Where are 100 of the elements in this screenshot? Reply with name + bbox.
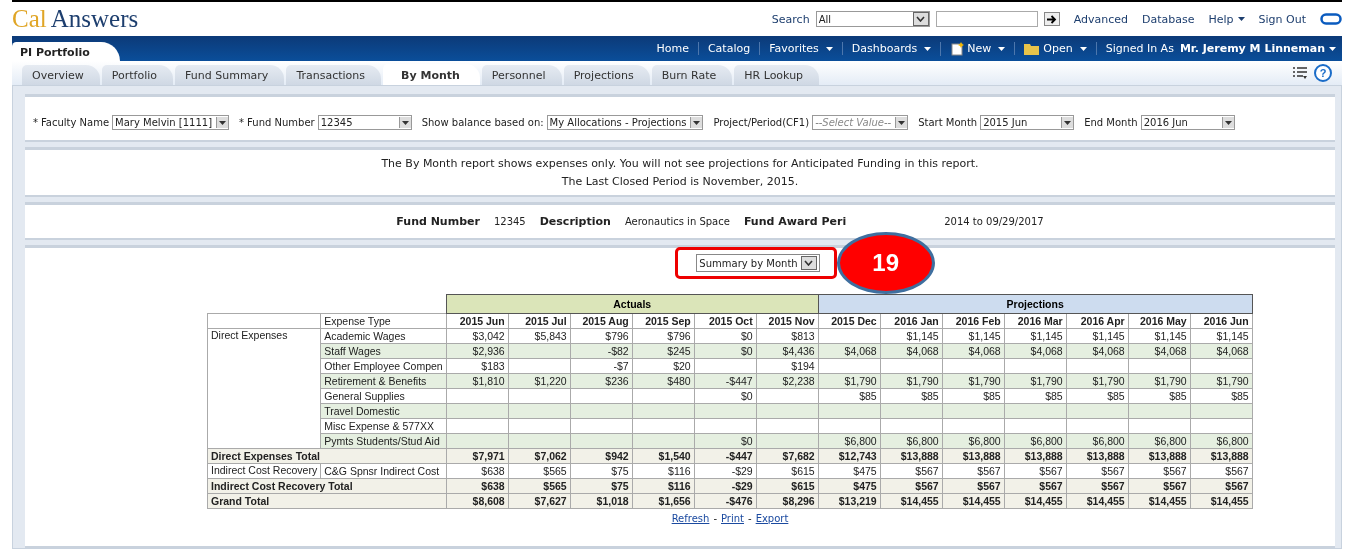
ring-logo-icon [1320,13,1342,25]
group-header: Actuals [446,294,819,314]
amount-cell: $1,145 [968,330,1001,342]
header-link[interactable]: Sign Out [1258,12,1306,26]
page-tab[interactable]: By Month [383,64,480,85]
amount-cell: $4,068 [1030,345,1063,357]
fund-number-value: 12345 [493,216,526,227]
link-separator: - [748,513,752,524]
amount-cell: $116 [668,465,691,477]
search-go-button[interactable] [1043,12,1060,26]
header-link[interactable]: Advanced [1073,12,1128,26]
list-options-icon[interactable] [1292,66,1308,80]
amount-cell: $1,790 [844,375,877,387]
amount-cell: $85 [983,390,1001,402]
amount-cell: $6,800 [844,435,877,447]
amount-cell: $567 [1163,465,1187,477]
page-tab[interactable]: Projections [563,65,650,85]
amount-cell: $4,068 [844,345,877,357]
page-tab[interactable]: HR Lookup [734,65,820,85]
amount-cell: $4,068 [906,345,939,357]
expense-type-cell: C&G Spnsr Indirect Cost [320,463,447,479]
nav-link[interactable]: Favorites [759,42,842,55]
nav-link[interactable]: New [940,41,1015,56]
amount-cell: $4,436 [782,345,815,357]
caret-icon [1079,46,1087,51]
amount-cell: -$447 [725,375,753,387]
amount-cell: $85 [1107,390,1125,402]
amount-cell: $5,843 [534,330,567,342]
amount-cell: $4,068 [1154,345,1187,357]
amount-cell: $796 [667,330,691,342]
caret-icon [998,46,1006,51]
page-tab[interactable]: Portfolio [101,65,174,85]
page-tab[interactable]: Fund Summary [175,65,285,85]
amount-cell: $567 [1039,465,1063,477]
portfolio-tab[interactable]: PI Portfolio [12,42,120,61]
page-tab[interactable]: Personnel [481,65,562,85]
amount-cell: $813 [791,330,815,342]
amount-cell: $2,238 [782,375,815,387]
filter-dropdown[interactable]: 12345 [317,115,412,130]
footer-link[interactable]: Export [755,513,789,524]
amount-cell: $615 [791,465,815,477]
amount-cell: $567 [1101,465,1125,477]
amount-cell: $6,800 [1030,435,1063,447]
required-mark: * [239,117,245,128]
page-tab[interactable]: Transactions [286,65,382,85]
category-cell: Indirect Cost Recovery [207,463,321,479]
amount-cell: $4,068 [968,345,1001,357]
amount-cell: $4,068 [1216,345,1249,357]
filter-label: Faculty Name [41,117,110,128]
amount-cell: $6,800 [906,435,939,447]
filter-dropdown[interactable]: Mary Melvin [1111] [112,115,230,130]
view-dropdown[interactable]: Summary by Month [696,254,820,272]
nav-link[interactable]: Open [1014,42,1096,55]
footer-link[interactable]: Refresh [671,513,710,524]
search-scope-dropdown[interactable]: All [815,11,930,27]
amount-cell: $1,790 [1216,375,1249,387]
filter-label: Project/Period(CF1) [713,117,810,128]
amount-cell: $480 [667,375,691,387]
filter-label: Start Month [918,117,978,128]
description-label: Description [539,215,611,228]
amount-cell: $567 [1225,465,1249,477]
amount-cell: $0 [741,345,753,357]
search-field[interactable] [935,11,1038,27]
description-value: Aeronautics in Space [624,216,730,227]
caret-icon [825,46,833,51]
amount-cell: $245 [667,345,691,357]
amount-cell: $75 [611,465,629,477]
amount-cell: $638 [481,465,505,477]
page-tab[interactable]: Overview [22,65,100,85]
amount-cell: $1,790 [1154,375,1187,387]
amount-cell: $6,800 [1216,435,1249,447]
help-button[interactable]: ? [1314,64,1332,82]
amount-cell: $1,145 [1030,330,1063,342]
filter-dropdown[interactable]: 2016 Jun [1140,115,1235,130]
header-link[interactable]: Database [1142,12,1195,26]
amount-cell: $194 [791,360,815,372]
amount-cell: -$7 [613,360,629,372]
amount-cell: $1,145 [906,330,939,342]
info-message: The Last Closed Period is November, 2015. [560,175,800,188]
amount-cell: $1,810 [472,375,505,387]
filter-dropdown[interactable]: --Select Value-- [812,115,909,130]
amount-cell: $3,042 [472,330,505,342]
footer-link[interactable]: Print [721,513,744,524]
nav-link[interactable]: Home [647,42,698,55]
amount-cell: $85 [859,390,877,402]
nav-link[interactable]: Dashboards [841,42,941,55]
page-tab[interactable]: Burn Rate [651,65,733,85]
caret-icon [1329,46,1336,51]
amount-cell: $0 [741,435,753,447]
expense-type-cell: Misc Expense & 577XX [320,418,447,434]
filter-dropdown[interactable]: My Allocations - Projections [546,115,704,130]
user-menu[interactable]: Mr. Jeremy M Linneman [1179,42,1336,55]
nav-link[interactable]: Catalog [697,42,760,55]
header-link[interactable]: Help [1208,12,1245,26]
filter-dropdown[interactable]: 2015 Jun [980,115,1075,130]
dropdown-arrow-icon [895,117,908,128]
amount-cell: -$29 [731,465,753,477]
amount-cell: -$82 [607,345,629,357]
amount-cell: $20 [673,360,691,372]
amount-cell: $85 [1045,390,1063,402]
